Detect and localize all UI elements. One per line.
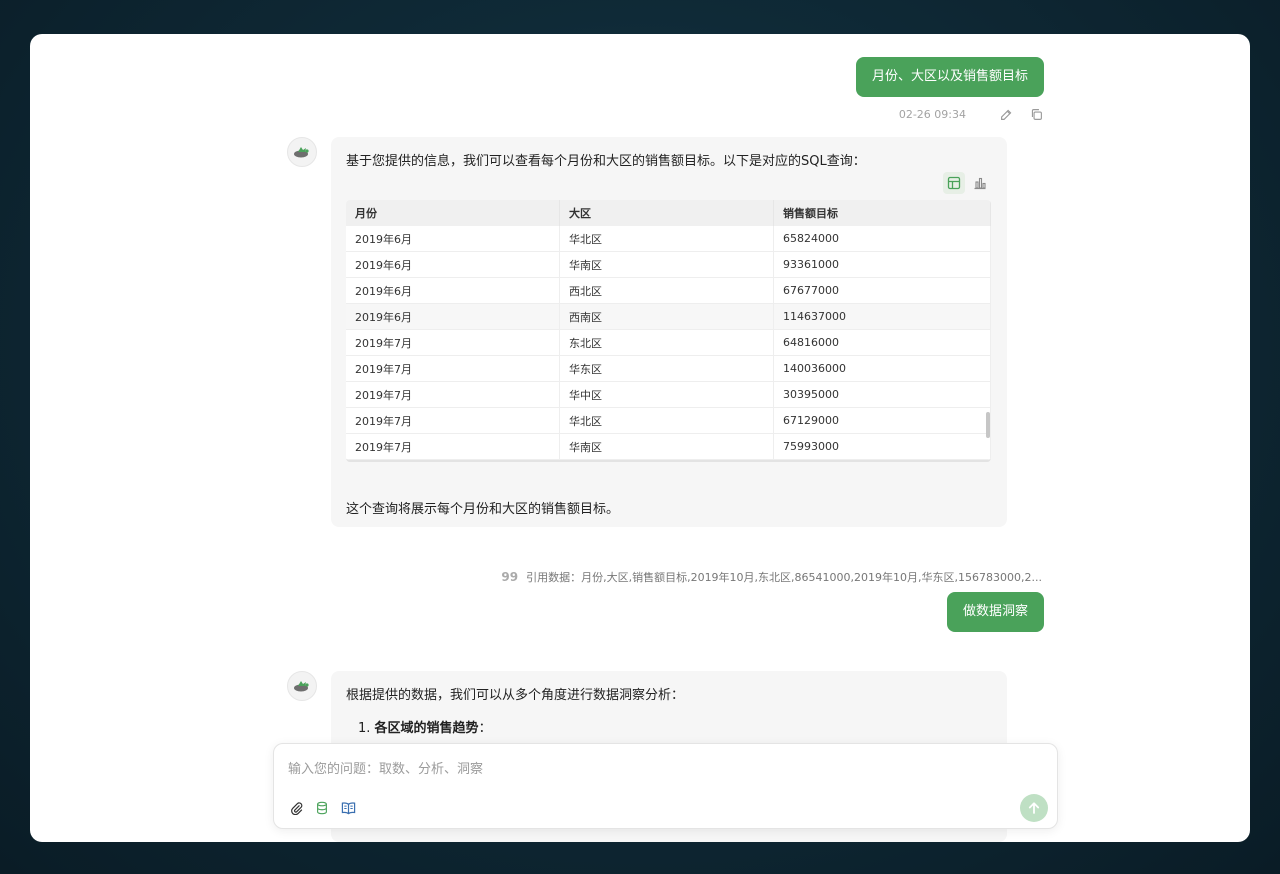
insight-list-item: 1. 各区域的销售趋势： bbox=[358, 717, 492, 736]
table-cell: 西南区 bbox=[560, 304, 774, 329]
attach-button[interactable] bbox=[288, 800, 304, 816]
table-cell: 华中区 bbox=[560, 382, 774, 407]
table-row: 2019年6月 西南区 114637000 bbox=[346, 304, 991, 330]
table-view-button[interactable] bbox=[943, 172, 965, 194]
assistant-intro-text: 基于您提供的信息，我们可以查看每个月份和大区的销售额目标。以下是对应的SQL查询… bbox=[346, 154, 866, 169]
table-cell: 2019年7月 bbox=[346, 330, 560, 355]
table-row: 2019年7月 华中区 30395000 bbox=[346, 382, 991, 408]
assistant-logo-icon bbox=[294, 681, 309, 692]
composer-toolbar bbox=[288, 800, 356, 816]
table-cell: 2019年7月 bbox=[346, 434, 560, 459]
table-cell: 67129000 bbox=[774, 408, 991, 433]
assistant-outro-text: 这个查询将展示每个月份和大区的销售额目标。 bbox=[346, 502, 620, 517]
list-item-title: 各区域的销售趋势 bbox=[374, 721, 479, 736]
table-header-month[interactable]: 月份 bbox=[346, 200, 560, 226]
message-timestamp: 02-26 09:34 bbox=[898, 107, 966, 121]
bar-chart-icon bbox=[974, 177, 986, 190]
result-view-toggle bbox=[943, 172, 991, 194]
table-cell: 75993000 bbox=[774, 434, 991, 459]
arrow-up-icon bbox=[1028, 802, 1040, 814]
question-input[interactable] bbox=[288, 758, 1028, 780]
assistant-message-bubble: 基于您提供的信息，我们可以查看每个月份和大区的销售额目标。以下是对应的SQL查询… bbox=[331, 137, 1007, 527]
citation-text: 引用数据：月份,大区,销售额目标,2019年10月,东北区,86541000,2… bbox=[526, 571, 1042, 584]
table-cell: 西北区 bbox=[560, 278, 774, 303]
table-cell: 2019年7月 bbox=[346, 382, 560, 407]
app-window: 月份、大区以及销售额目标 02-26 09:34 基于您提供的信息，我们可以查看… bbox=[30, 34, 1250, 842]
database-button[interactable] bbox=[314, 800, 330, 816]
table-row: 2019年6月 华南区 93361000 bbox=[346, 252, 991, 278]
table-cell: 140036000 bbox=[774, 356, 991, 381]
table-header-target[interactable]: 销售额目标 bbox=[774, 200, 991, 226]
table-cell: 华南区 bbox=[560, 252, 774, 277]
table-cell: 65824000 bbox=[774, 226, 991, 251]
assistant-avatar bbox=[287, 137, 317, 167]
table-row: 2019年6月 华北区 65824000 bbox=[346, 226, 991, 252]
table-header-row: 月份 大区 销售额目标 bbox=[346, 200, 991, 226]
assistant-logo-icon bbox=[294, 147, 309, 158]
table-cell: 2019年7月 bbox=[346, 408, 560, 433]
table-row: 2019年7月 华南区 75993000 bbox=[346, 434, 991, 460]
table-scrollbar[interactable] bbox=[985, 226, 991, 460]
table-cell: 67677000 bbox=[774, 278, 991, 303]
table-cell: 东北区 bbox=[560, 330, 774, 355]
table-cell: 2019年6月 bbox=[346, 278, 560, 303]
quote-icon: 99 bbox=[501, 570, 519, 584]
table-cell: 93361000 bbox=[774, 252, 991, 277]
table-cell: 华东区 bbox=[560, 356, 774, 381]
table-cell: 2019年6月 bbox=[346, 304, 560, 329]
assistant-avatar bbox=[287, 671, 317, 701]
user-message-bubble: 做数据洞察 bbox=[946, 592, 1044, 632]
table-cell: 30395000 bbox=[774, 382, 991, 407]
message-composer bbox=[273, 743, 1058, 829]
table-cell: 2019年6月 bbox=[346, 252, 560, 277]
assistant-intro-text: 根据提供的数据，我们可以从多个角度进行数据洞察分析： bbox=[346, 688, 685, 703]
edit-icon[interactable] bbox=[998, 106, 1014, 122]
citation-reference[interactable]: 99 引用数据：月份,大区,销售额目标,2019年10月,东北区,8654100… bbox=[501, 569, 1042, 585]
table-cell: 114637000 bbox=[774, 304, 991, 329]
table-cell: 华北区 bbox=[560, 408, 774, 433]
table-header-region[interactable]: 大区 bbox=[560, 200, 774, 226]
knowledge-base-button[interactable] bbox=[340, 800, 356, 816]
copy-icon[interactable] bbox=[1028, 106, 1044, 122]
table-icon bbox=[947, 176, 961, 190]
table-cell: 华北区 bbox=[560, 226, 774, 251]
table-cell: 2019年6月 bbox=[346, 226, 560, 251]
table-row: 2019年7月 华北区 67129000 bbox=[346, 408, 991, 434]
user-message-bubble: 月份、大区以及销售额目标 bbox=[855, 57, 1044, 97]
table-cell: 华南区 bbox=[560, 434, 774, 459]
list-item-suffix: ： bbox=[478, 721, 492, 736]
send-button[interactable] bbox=[1020, 794, 1048, 822]
paperclip-icon bbox=[291, 802, 303, 815]
table-scrollbar-thumb[interactable] bbox=[986, 412, 990, 438]
table-cell: 64816000 bbox=[774, 330, 991, 355]
book-icon bbox=[341, 802, 355, 815]
table-cell: 2019年7月 bbox=[346, 356, 560, 381]
table-row: 2019年6月 西北区 67677000 bbox=[346, 278, 991, 304]
database-icon bbox=[317, 801, 327, 815]
list-number: 1. bbox=[358, 721, 371, 736]
result-table: 月份 大区 销售额目标 2019年6月 华北区 65824000 2019年6月… bbox=[346, 200, 991, 462]
message-meta: 02-26 09:34 bbox=[899, 106, 1044, 122]
chat-area: 月份、大区以及销售额目标 02-26 09:34 基于您提供的信息，我们可以查看… bbox=[30, 34, 1250, 842]
table-row: 2019年7月 华东区 140036000 bbox=[346, 356, 991, 382]
chart-view-button[interactable] bbox=[969, 172, 991, 194]
table-row: 2019年7月 东北区 64816000 bbox=[346, 330, 991, 356]
